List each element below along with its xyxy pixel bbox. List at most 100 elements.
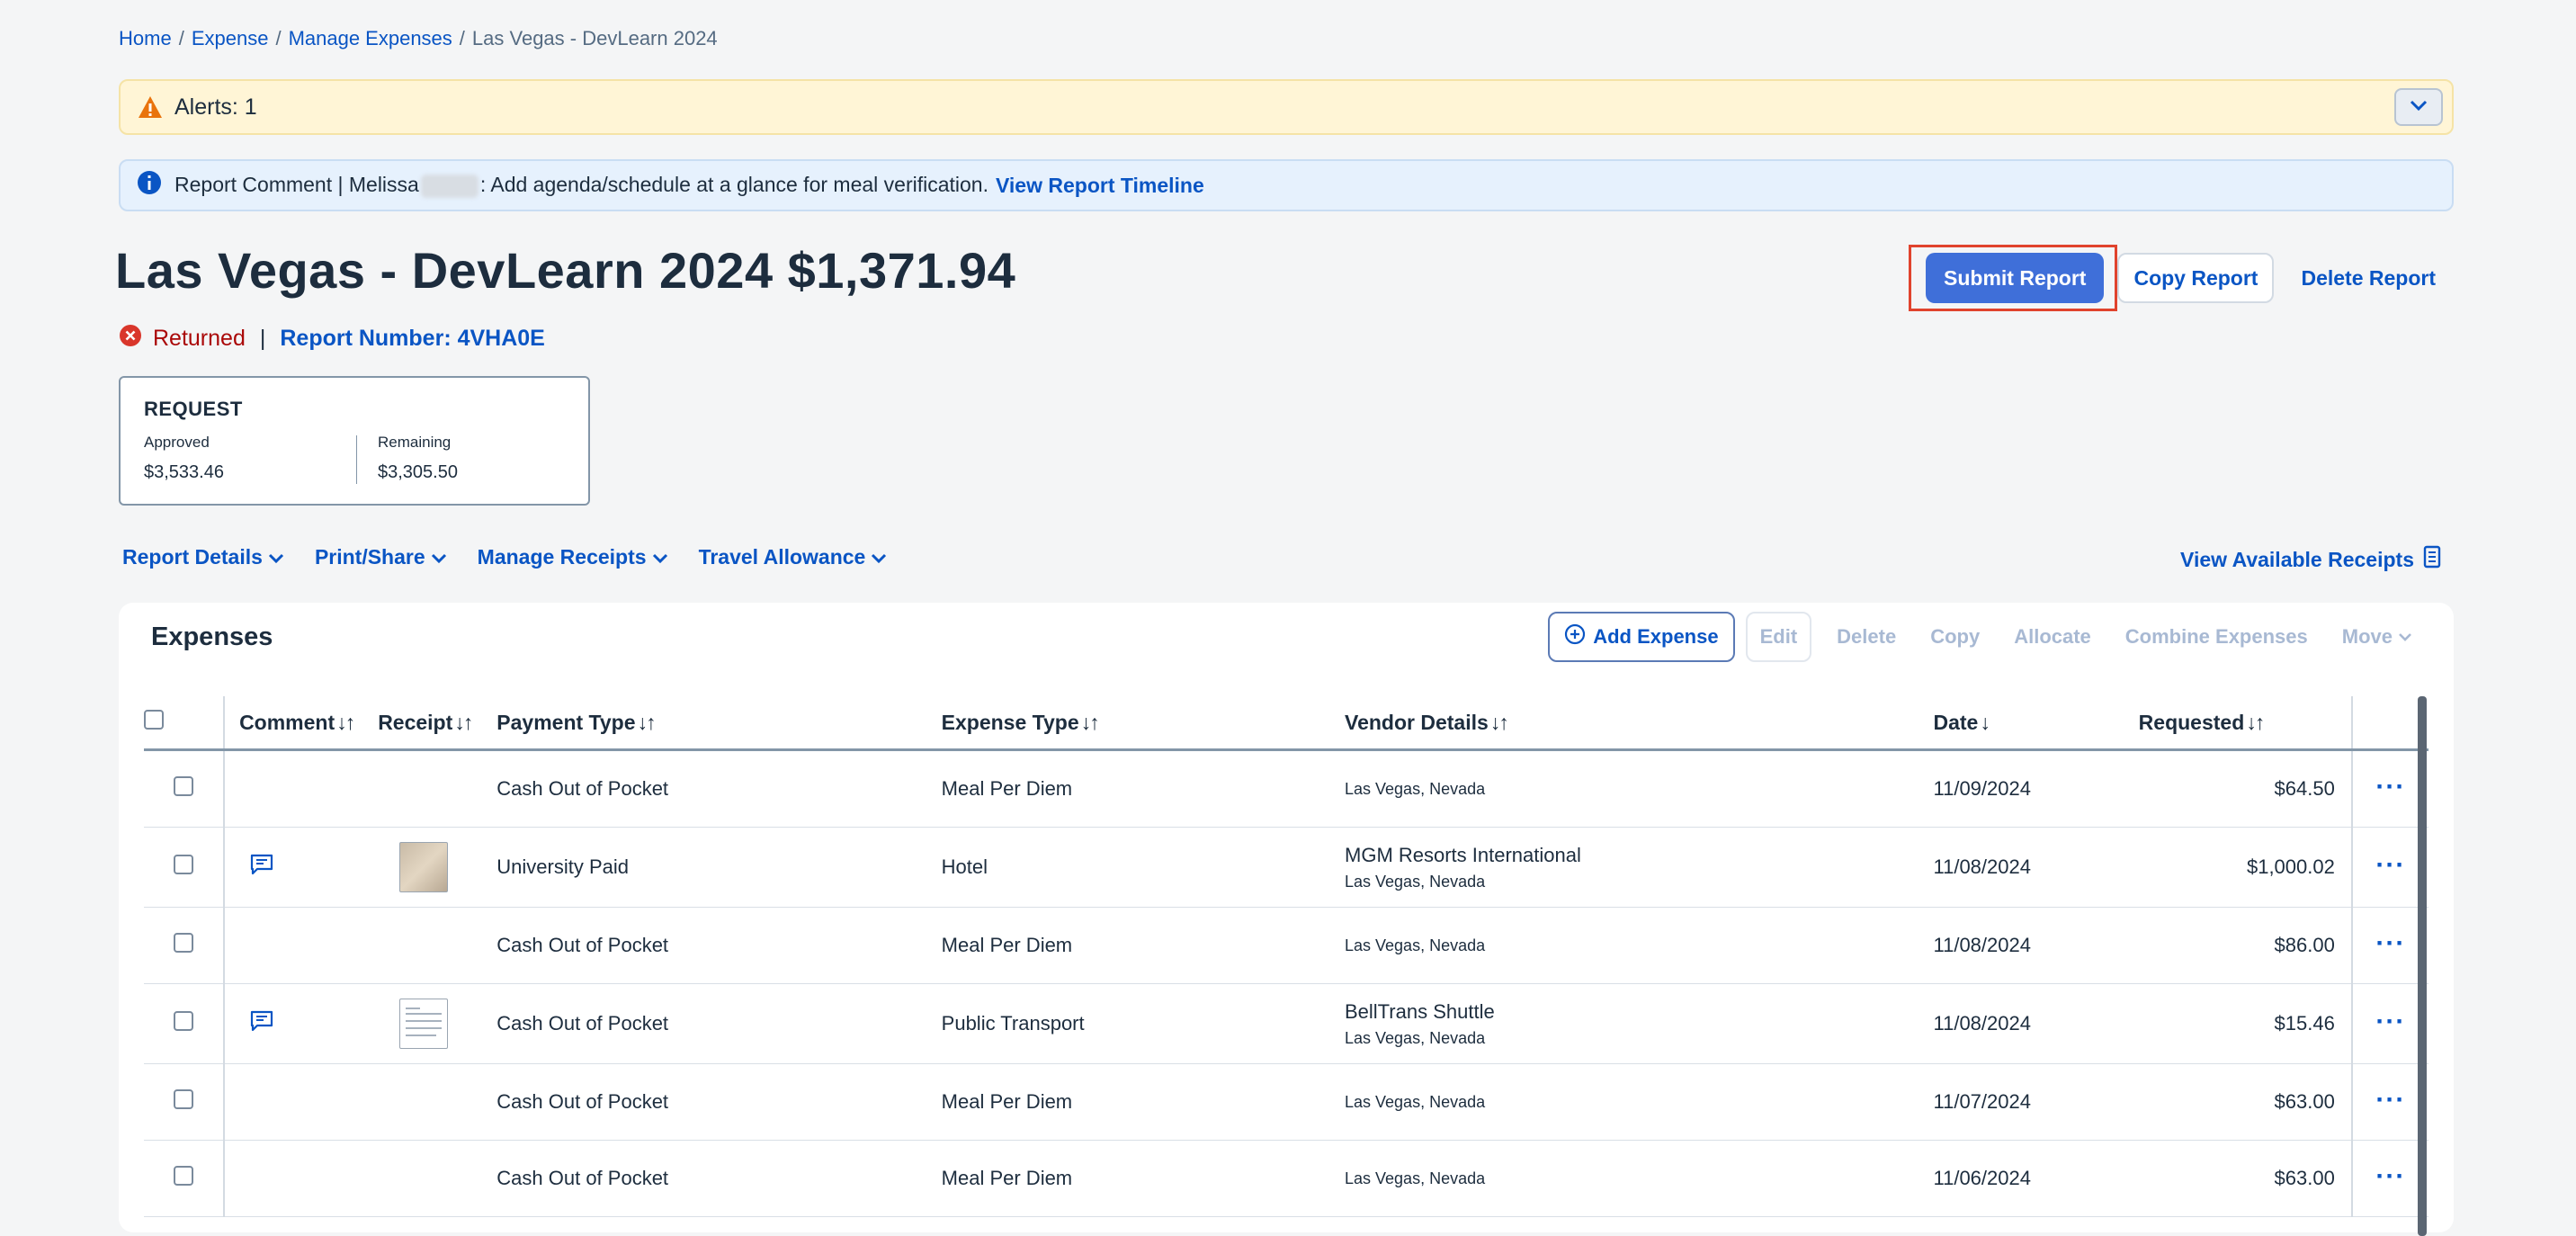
- more-options-icon[interactable]: ···: [2375, 772, 2405, 802]
- move-button[interactable]: Move: [2342, 625, 2412, 649]
- comment-message: : Add agenda/schedule at a glance for me…: [479, 173, 988, 197]
- row-checkbox[interactable]: [174, 933, 194, 953]
- breadcrumb-manage-expenses-link[interactable]: Manage Expenses: [289, 27, 452, 49]
- more-options-icon[interactable]: ···: [2375, 1007, 2405, 1036]
- date-cell: 11/09/2024: [1933, 749, 2139, 828]
- amount-cell: $64.50: [2138, 749, 2352, 828]
- expense-type-cell: Meal Per Diem: [941, 1063, 1345, 1141]
- edit-button[interactable]: Edit: [1745, 612, 1812, 662]
- comment-icon[interactable]: [250, 854, 273, 875]
- breadcrumb-expense-link[interactable]: Expense: [192, 27, 269, 49]
- header-label: Payment Type: [496, 710, 636, 734]
- status-badge: Returned: [153, 326, 246, 351]
- travel-allowance-menu[interactable]: Travel Allowance: [699, 545, 888, 569]
- amount-cell: $63.00: [2138, 1063, 2352, 1141]
- row-select-cell: [144, 1140, 226, 1217]
- copy-report-button[interactable]: Copy Report: [2117, 253, 2275, 303]
- row-checkbox[interactable]: [174, 776, 194, 796]
- status-divider: |: [259, 326, 266, 351]
- alerts-count: Alerts: 1: [174, 94, 257, 120]
- expense-type-cell: Meal Per Diem: [941, 749, 1345, 828]
- print-share-menu[interactable]: Print/Share: [315, 545, 447, 569]
- table-row[interactable]: University Paid Hotel MGM Resorts Intern…: [144, 827, 2428, 908]
- breadcrumb: Home / Expense / Manage Expenses / Las Vegas -…: [119, 27, 718, 50]
- copy-button[interactable]: Copy: [1930, 625, 1980, 649]
- expenses-title: Expenses: [151, 622, 273, 651]
- delete-report-button[interactable]: Delete Report: [2281, 253, 2455, 303]
- row-select-cell: [144, 907, 226, 984]
- date-header[interactable]: Date↓: [1933, 696, 2139, 751]
- receipt-header[interactable]: Receipt↓↑: [378, 696, 497, 751]
- sort-icon: ↓↑: [454, 710, 473, 734]
- vendor-cell: MGM Resorts International Las Vegas, Nev…: [1345, 827, 1934, 908]
- sort-icon: ↓↑: [637, 710, 657, 734]
- more-options-icon[interactable]: ···: [2375, 928, 2405, 958]
- request-card[interactable]: REQUEST Approved $3,533.46 Remaining $3,…: [119, 376, 590, 506]
- receipt-thumbnail[interactable]: [399, 842, 449, 892]
- row-checkbox[interactable]: [174, 1011, 194, 1031]
- breadcrumb-home-link[interactable]: Home: [119, 27, 172, 49]
- table-scrollbar[interactable]: [2418, 696, 2427, 1236]
- sort-icon: ↓↑: [336, 710, 355, 734]
- row-checkbox[interactable]: [174, 1089, 194, 1109]
- row-select-cell: [144, 1063, 226, 1141]
- report-actions: Submit Report Copy Report Delete Report: [1909, 245, 2455, 311]
- view-receipts-label: View Available Receipts: [2180, 547, 2414, 571]
- receipt-cell: [378, 983, 497, 1064]
- comment-header[interactable]: Comment↓↑: [224, 696, 379, 751]
- alerts-expand-button[interactable]: [2394, 88, 2443, 126]
- date-cell: 11/07/2024: [1933, 1063, 2139, 1141]
- comment-cell: [224, 1140, 379, 1217]
- combine-expenses-button[interactable]: Combine Expenses: [2125, 625, 2308, 649]
- expense-type-cell: Public Transport: [941, 983, 1345, 1064]
- receipt-cell: [378, 749, 497, 828]
- sort-icon: ↓↑: [1489, 710, 1509, 734]
- date-cell: 11/08/2024: [1933, 983, 2139, 1064]
- table-row[interactable]: Cash Out of Pocket Public Transport Bell…: [144, 983, 2428, 1064]
- expense-type-header[interactable]: Expense Type↓↑: [941, 696, 1345, 751]
- report-comment-bar: Report Comment | Melissa: Add agenda/sch…: [119, 159, 2454, 211]
- submit-report-button[interactable]: Submit Report: [1926, 253, 2105, 303]
- more-options-icon[interactable]: ···: [2375, 1085, 2405, 1115]
- request-title: REQUEST: [144, 398, 243, 420]
- add-expense-button[interactable]: Add Expense: [1548, 612, 1735, 662]
- allocate-button[interactable]: Allocate: [2014, 625, 2091, 649]
- comment-icon[interactable]: [250, 1010, 273, 1032]
- card-divider: [356, 435, 357, 484]
- sort-descending-icon: ↓: [1980, 710, 1990, 734]
- row-checkbox[interactable]: [174, 855, 194, 874]
- view-report-timeline-link[interactable]: View Report Timeline: [996, 174, 1204, 198]
- row-checkbox[interactable]: [174, 1166, 194, 1186]
- delete-button[interactable]: Delete: [1837, 625, 1896, 649]
- payment-type-header[interactable]: Payment Type↓↑: [496, 696, 942, 751]
- receipt-list-icon: [2414, 545, 2441, 574]
- vendor-location: Las Vegas, Nevada: [1345, 936, 1486, 954]
- vendor-cell: Las Vegas, Nevada: [1345, 1063, 1934, 1141]
- table-row[interactable]: Cash Out of Pocket Meal Per Diem Las Veg…: [144, 1140, 2428, 1217]
- vendor-location: Las Vegas, Nevada: [1345, 1169, 1486, 1187]
- header-label: Vendor Details: [1345, 710, 1489, 734]
- receipt-thumbnail[interactable]: [399, 999, 449, 1049]
- chevron-down-icon: [865, 545, 887, 569]
- report-details-menu[interactable]: Report Details: [122, 545, 284, 569]
- select-all-checkbox[interactable]: [144, 710, 164, 730]
- table-row[interactable]: Cash Out of Pocket Meal Per Diem Las Veg…: [144, 907, 2428, 984]
- breadcrumb-separator: /: [275, 27, 282, 49]
- more-options-icon[interactable]: ···: [2375, 850, 2405, 880]
- expenses-table: Comment↓↑ Receipt↓↑ Payment Type↓↑ Expen…: [144, 696, 2428, 1217]
- expenses-panel: Expenses Add Expense Edit Delete Copy Al…: [119, 603, 2454, 1236]
- requested-header[interactable]: Requested↓↑: [2138, 696, 2352, 751]
- vendor-details-header[interactable]: Vendor Details↓↑: [1345, 696, 1934, 751]
- breadcrumb-separator: /: [178, 27, 184, 49]
- receipt-cell: [378, 827, 497, 908]
- more-options-icon[interactable]: ···: [2375, 1161, 2405, 1191]
- amount-cell: $15.46: [2138, 983, 2352, 1064]
- table-header-row: Comment↓↑ Receipt↓↑ Payment Type↓↑ Expen…: [144, 696, 2428, 751]
- chevron-down-icon: [2410, 99, 2428, 115]
- table-row[interactable]: Cash Out of Pocket Meal Per Diem Las Veg…: [144, 1063, 2428, 1141]
- receipt-cell: [378, 907, 497, 984]
- table-row[interactable]: Cash Out of Pocket Meal Per Diem Las Veg…: [144, 749, 2428, 828]
- date-cell: 11/08/2024: [1933, 827, 2139, 908]
- view-available-receipts-link[interactable]: View Available Receipts: [2180, 545, 2441, 574]
- manage-receipts-menu[interactable]: Manage Receipts: [478, 545, 668, 569]
